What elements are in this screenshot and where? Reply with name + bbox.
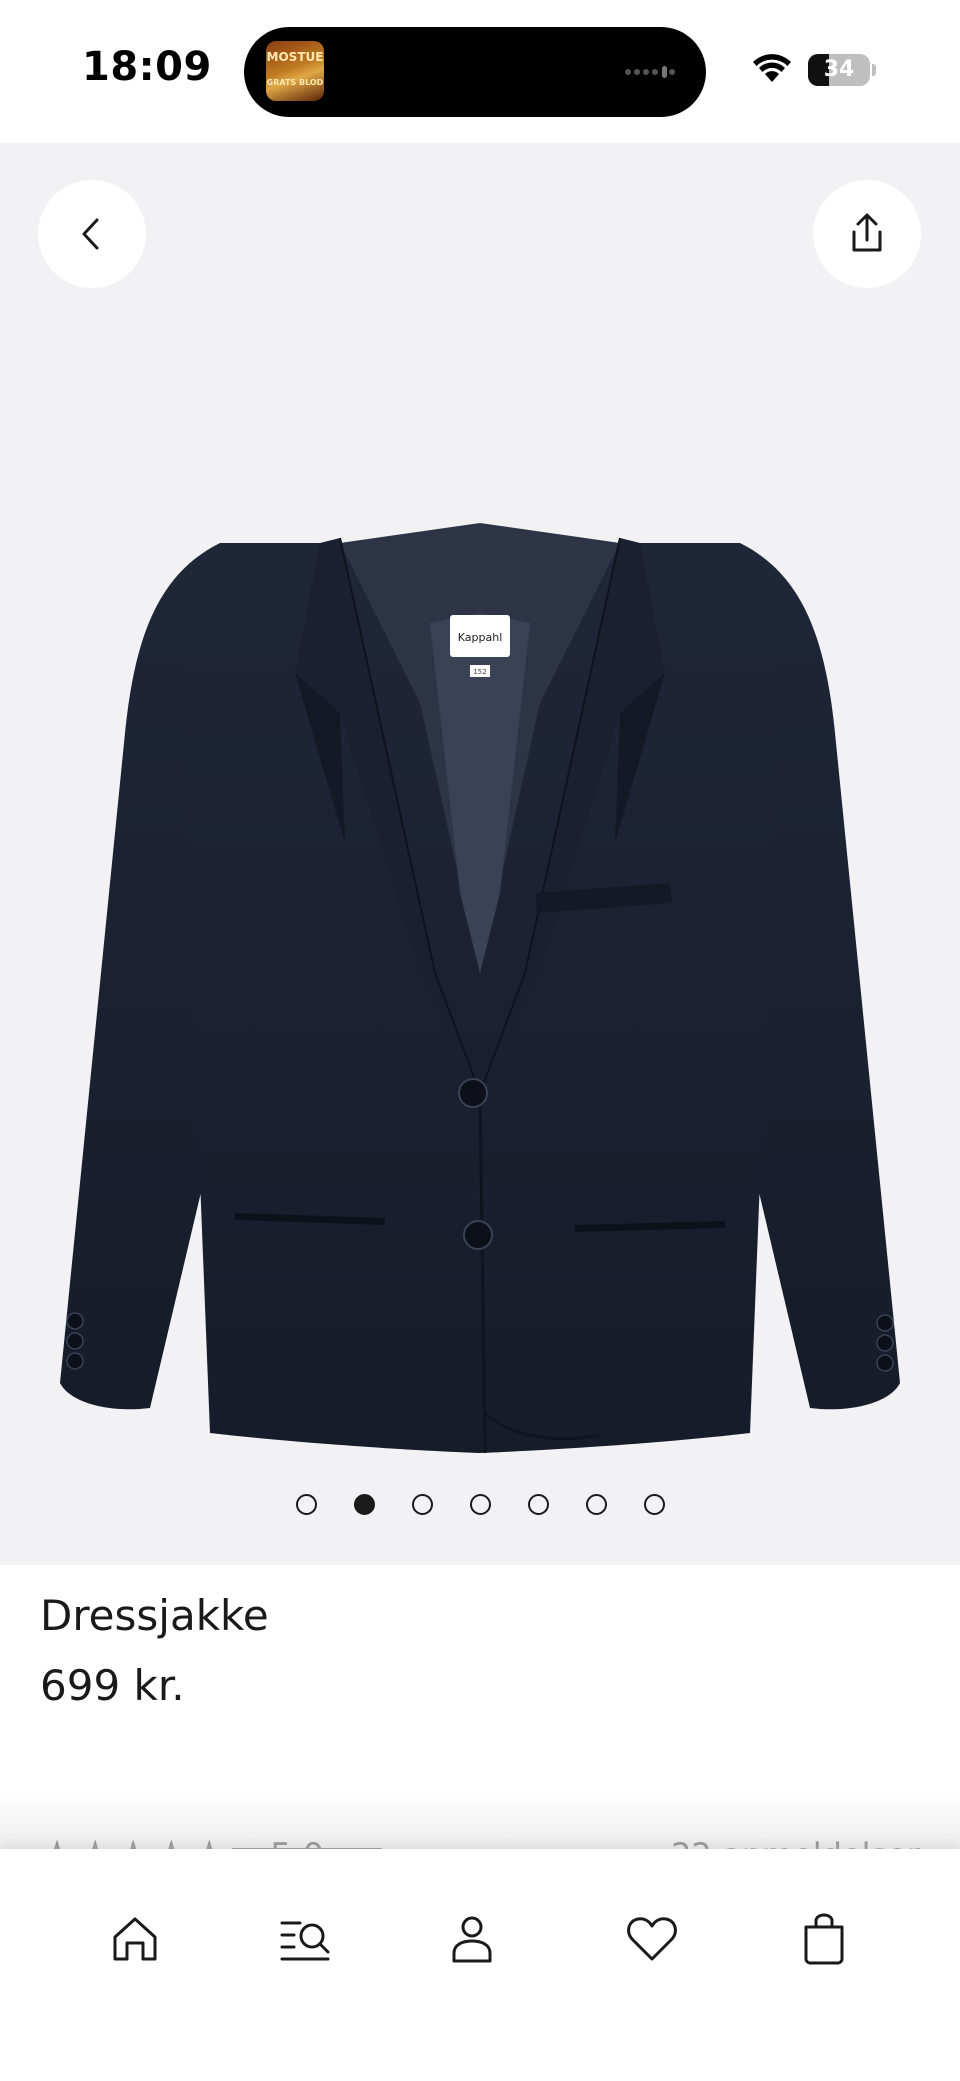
- wifi-icon: [753, 54, 791, 82]
- size-tag: 152: [473, 668, 486, 676]
- jacket-product-image[interactable]: Kappahl 152: [40, 373, 920, 1513]
- dynamic-island[interactable]: MOSTUE GRATS BLOD: [244, 27, 706, 117]
- now-playing-artwork-text: MOSTUE GRATS BLOD: [266, 51, 324, 89]
- product-image-carousel[interactable]: Kappahl 152: [0, 143, 960, 1565]
- product-page: 18:09 MOSTUE GRATS BLOD 34 Kappahl 152 D…: [0, 0, 960, 2081]
- product-info: Dressjakke 699 kr.: [0, 1565, 960, 1845]
- audio-waveform-icon: [625, 66, 675, 78]
- battery-tip: [872, 64, 876, 76]
- carousel-pagination: [0, 1494, 960, 1520]
- tab-account[interactable]: [432, 1899, 512, 1979]
- home-icon: [113, 1917, 157, 1961]
- tab-home[interactable]: [95, 1899, 175, 1979]
- carousel-dot[interactable]: [411, 1494, 433, 1515]
- artwork-title: MOSTUE: [266, 50, 324, 64]
- carousel-dot[interactable]: [643, 1494, 665, 1515]
- share-button[interactable]: [813, 180, 921, 288]
- status-time: 18:09: [82, 44, 212, 90]
- tab-cart[interactable]: [784, 1899, 864, 1979]
- artwork-subtitle: GRATS BLOD: [266, 78, 324, 87]
- battery-indicator: 34: [808, 54, 870, 86]
- product-price: 699 kr.: [40, 1661, 185, 1710]
- carousel-dot[interactable]: [469, 1494, 491, 1515]
- battery-level: 34: [823, 57, 855, 82]
- back-button[interactable]: [38, 180, 146, 288]
- tab-favorites[interactable]: [612, 1899, 692, 1979]
- bottom-tab-bar: [0, 1849, 960, 2081]
- carousel-dot[interactable]: [353, 1494, 375, 1515]
- chevron-left-icon: [82, 218, 99, 250]
- now-playing-artwork[interactable]: MOSTUE GRATS BLOD: [266, 41, 324, 101]
- carousel-dot[interactable]: [527, 1494, 549, 1515]
- share-icon: [852, 213, 882, 252]
- search-menu-icon: [280, 1921, 330, 1961]
- heart-icon: [627, 1917, 677, 1961]
- carousel-dot[interactable]: [295, 1494, 317, 1515]
- carousel-dot[interactable]: [585, 1494, 607, 1515]
- shopping-bag-icon: [804, 1913, 844, 1965]
- tab-search[interactable]: [266, 1899, 346, 1979]
- product-title: Dressjakke: [40, 1591, 269, 1640]
- brand-tag: Kappahl: [458, 631, 503, 644]
- status-bar: 18:09 MOSTUE GRATS BLOD 34: [0, 0, 960, 143]
- account-icon: [452, 1916, 492, 1963]
